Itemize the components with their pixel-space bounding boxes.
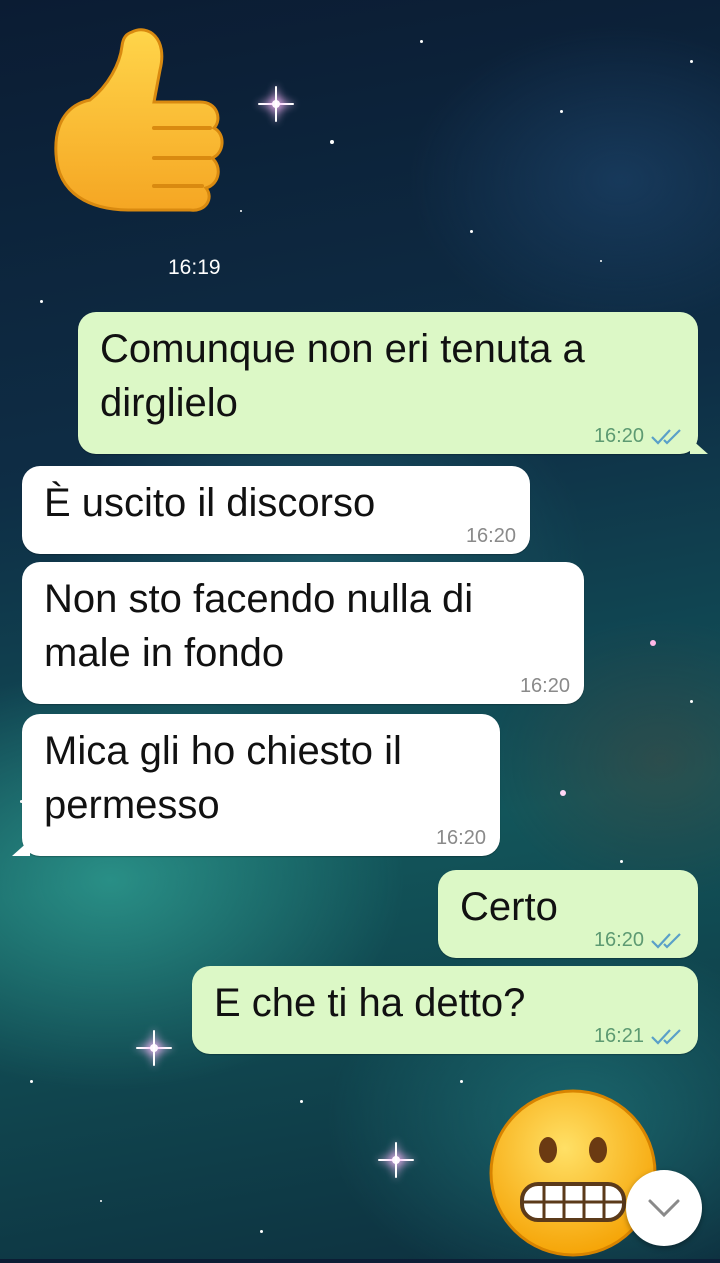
message-time: 16:20 xyxy=(519,675,570,697)
message-meta: 16:20 xyxy=(594,426,684,446)
read-ticks-icon xyxy=(651,429,681,445)
message-text: Comunque non eri tenuta a xyxy=(100,327,585,371)
message-time: 16:21 xyxy=(593,1025,644,1047)
message-time: 16:20 xyxy=(435,827,486,849)
read-ticks-icon xyxy=(651,933,681,949)
message-text: male in fondo xyxy=(44,631,285,675)
message-bubble-incoming[interactable]: Mica gli ho chiesto il permesso 16:20 xyxy=(12,714,500,856)
sticker-timestamp: 16:19 xyxy=(168,256,221,279)
message-time: 16:20 xyxy=(593,425,644,447)
message-time: 16:20 xyxy=(465,525,516,547)
message-meta: 16:20 xyxy=(594,930,684,950)
message-text: dirglielo xyxy=(100,381,238,425)
message-text: E che ti ha detto? xyxy=(214,981,526,1025)
message-text: permesso xyxy=(44,783,220,827)
message-bubble-outgoing[interactable]: Comunque non eri tenuta a dirglielo 16:2… xyxy=(78,312,708,454)
chevron-down-icon xyxy=(648,1199,680,1218)
message-time: 16:20 xyxy=(593,929,644,951)
read-ticks-icon xyxy=(651,1029,681,1045)
message-text: È uscito il discorso xyxy=(44,481,376,525)
grimacing-face-icon[interactable] xyxy=(488,1088,658,1258)
scroll-to-bottom-button[interactable] xyxy=(626,1170,702,1246)
message-bubble-outgoing[interactable]: E che ti ha detto? 16:21 xyxy=(192,966,698,1054)
message-bubble-incoming[interactable]: Non sto facendo nulla di male in fondo 1… xyxy=(22,562,584,704)
message-text: Mica gli ho chiesto il xyxy=(44,729,402,773)
message-bubble-incoming[interactable]: È uscito il discorso 16:20 xyxy=(22,466,530,554)
message-text: Certo xyxy=(460,885,558,929)
message-bubble-outgoing[interactable]: Certo 16:20 xyxy=(438,870,698,958)
thumbs-up-icon[interactable] xyxy=(50,24,230,214)
message-meta: 16:21 xyxy=(594,1026,684,1046)
message-text: Non sto facendo nulla di xyxy=(44,577,474,621)
